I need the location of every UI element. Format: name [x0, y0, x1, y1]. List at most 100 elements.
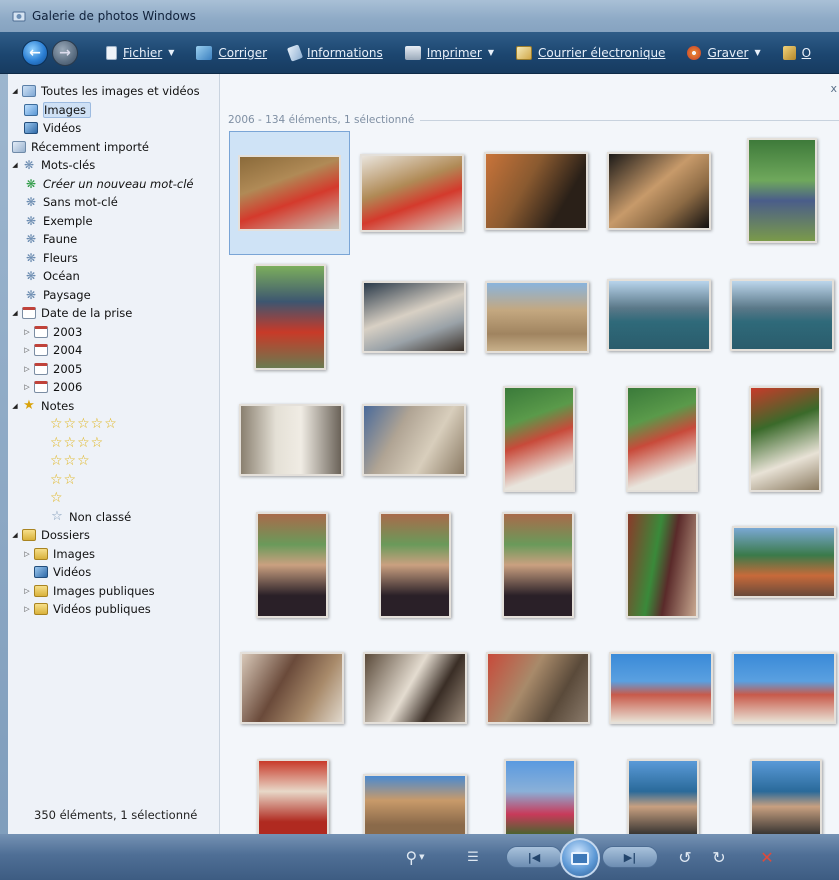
photo-thumbnail-selected[interactable] — [229, 131, 350, 255]
photo-thumbnail[interactable] — [239, 404, 343, 476]
rating-filter-4[interactable]: ☆☆☆☆ — [8, 434, 219, 453]
photo-thumbnail[interactable] — [730, 279, 834, 351]
open-label: O — [801, 45, 812, 60]
rotate-right-button[interactable]: ↻ — [708, 846, 730, 868]
info-button[interactable]: Informations — [286, 43, 383, 62]
actual-size-button[interactable]: ☰ — [462, 846, 484, 868]
delete-button[interactable]: ✕ — [756, 846, 778, 868]
photo-thumbnail[interactable] — [254, 264, 326, 370]
photo-thumbnail[interactable] — [747, 138, 817, 243]
rating-filter-2[interactable]: ☆☆ — [8, 471, 219, 490]
tree-item-tags[interactable]: ◢ ❋ Mots-clés — [8, 156, 219, 175]
tree-item-year[interactable]: ▷ 2004 — [8, 341, 219, 360]
photo-thumbnail[interactable] — [362, 404, 466, 476]
tree-item-no-tag[interactable]: ❋ Sans mot-clé — [8, 193, 219, 212]
collapse-triangle-icon[interactable]: ▷ — [22, 550, 32, 558]
tree-item-date[interactable]: ◢ Date de la prise — [8, 304, 219, 323]
fix-button[interactable]: Corriger — [196, 45, 267, 60]
rating-filter-1[interactable]: ☆ — [8, 489, 219, 508]
tree-item-tag[interactable]: ❋ Fleurs — [8, 249, 219, 268]
zoom-button[interactable]: ⚲ ▼ — [398, 846, 432, 868]
print-menu-button[interactable]: Imprimer ▼ — [404, 45, 494, 60]
tree-item-tag[interactable]: ❋ Exemple — [8, 212, 219, 231]
photo-thumbnail[interactable] — [257, 759, 329, 834]
tree-item-year[interactable]: ▷ 2006 — [8, 378, 219, 397]
collapse-triangle-icon[interactable]: ▷ — [22, 587, 32, 595]
photo-thumbnail[interactable] — [363, 652, 467, 724]
photo-thumbnail[interactable] — [750, 759, 822, 834]
expand-triangle-icon[interactable]: ◢ — [10, 87, 20, 95]
tree-item-folder[interactable]: ▷ Images — [8, 545, 219, 564]
tree-item-folder[interactable]: Vidéos — [8, 563, 219, 582]
calendar-icon — [34, 325, 48, 338]
photo-thumbnail[interactable] — [732, 652, 836, 724]
photo-thumbnail[interactable] — [609, 652, 713, 724]
forward-button[interactable]: → — [52, 39, 78, 66]
photo-thumbnail[interactable] — [503, 386, 575, 492]
photo-thumbnail[interactable] — [484, 152, 588, 230]
photo-thumbnail[interactable] — [627, 759, 699, 834]
next-button[interactable]: ▶| — [602, 846, 658, 868]
burn-menu-button[interactable]: Graver ▼ — [687, 45, 761, 60]
collapse-triangle-icon[interactable]: ▷ — [22, 605, 32, 613]
rotate-left-button[interactable]: ↺ — [674, 846, 696, 868]
tree-item-notes[interactable]: ◢ ★ Notes — [8, 397, 219, 416]
close-pane-icon[interactable]: x — [830, 82, 837, 95]
tree-item-recent[interactable]: Récemment importé — [8, 138, 219, 157]
photo-thumbnail[interactable] — [607, 279, 711, 351]
photo-thumbnail[interactable] — [362, 281, 466, 353]
slideshow-icon — [571, 851, 589, 865]
next-icon: ▶| — [623, 850, 637, 864]
email-label: Courrier électronique — [538, 45, 666, 60]
collapse-triangle-icon[interactable]: ▷ — [22, 365, 32, 373]
photo-thumbnail[interactable] — [626, 512, 698, 618]
file-menu-button[interactable]: Fichier ▼ — [106, 45, 174, 60]
rating-filter-5[interactable]: ☆☆☆☆☆ — [8, 415, 219, 434]
photo-thumbnail[interactable] — [256, 512, 328, 618]
photo-thumbnail[interactable] — [504, 759, 576, 834]
tree-item-tag[interactable]: ❋ Océan — [8, 267, 219, 286]
tree-item-year[interactable]: ▷ 2003 — [8, 323, 219, 342]
expand-triangle-icon[interactable]: ◢ — [10, 309, 20, 317]
photo-thumbnail[interactable] — [626, 386, 698, 492]
tree-item-unrated[interactable]: ☆ Non classé — [8, 508, 219, 527]
collapse-triangle-icon[interactable]: ▷ — [22, 383, 32, 391]
email-button[interactable]: Courrier électronique — [516, 45, 666, 60]
tree-item-folders[interactable]: ◢ Dossiers — [8, 526, 219, 545]
photo-thumbnail[interactable] — [749, 386, 821, 492]
tree-item-tag[interactable]: ❋ Paysage — [8, 286, 219, 305]
photo-thumbnail[interactable] — [360, 154, 464, 232]
open-menu-button[interactable]: O — [782, 45, 812, 60]
photo-thumbnail[interactable] — [607, 152, 711, 230]
photo-thumbnail[interactable] — [240, 652, 344, 724]
previous-button[interactable]: |◀ — [506, 846, 562, 868]
tree-item-create-tag[interactable]: ❋ Créer un nouveau mot-clé — [8, 175, 219, 194]
recent-import-icon — [12, 140, 26, 153]
photo-thumbnail[interactable] — [485, 281, 589, 353]
back-button[interactable]: ← — [22, 39, 48, 66]
tree-item-videos[interactable]: Vidéos — [8, 119, 219, 138]
video-icon — [24, 122, 38, 135]
tree-label-tag: Faune — [43, 232, 78, 247]
expand-triangle-icon[interactable]: ◢ — [10, 402, 20, 410]
burn-label: Graver — [707, 45, 749, 60]
tag-icon: ❋ — [25, 195, 37, 210]
tree-item-images[interactable]: Images — [8, 101, 219, 120]
expand-triangle-icon[interactable]: ◢ — [10, 161, 20, 169]
tree-label-no-tag: Sans mot-clé — [43, 195, 118, 210]
photo-thumbnail[interactable] — [732, 526, 836, 598]
tree-item-year[interactable]: ▷ 2005 — [8, 360, 219, 379]
rating-filter-3[interactable]: ☆☆☆ — [8, 452, 219, 471]
collapse-triangle-icon[interactable]: ▷ — [22, 346, 32, 354]
tree-item-folder[interactable]: ▷ Images publiques — [8, 582, 219, 601]
expand-triangle-icon[interactable]: ◢ — [10, 531, 20, 539]
tree-item-all[interactable]: ◢ Toutes les images et vidéos — [8, 82, 219, 101]
photo-thumbnail[interactable] — [502, 512, 574, 618]
tree-item-tag[interactable]: ❋ Faune — [8, 230, 219, 249]
photo-thumbnail[interactable] — [363, 774, 467, 834]
photo-thumbnail[interactable] — [486, 652, 590, 724]
photo-thumbnail[interactable] — [379, 512, 451, 618]
collapse-triangle-icon[interactable]: ▷ — [22, 328, 32, 336]
tree-item-folder[interactable]: ▷ Vidéos publiques — [8, 600, 219, 619]
slideshow-button[interactable] — [560, 838, 600, 878]
